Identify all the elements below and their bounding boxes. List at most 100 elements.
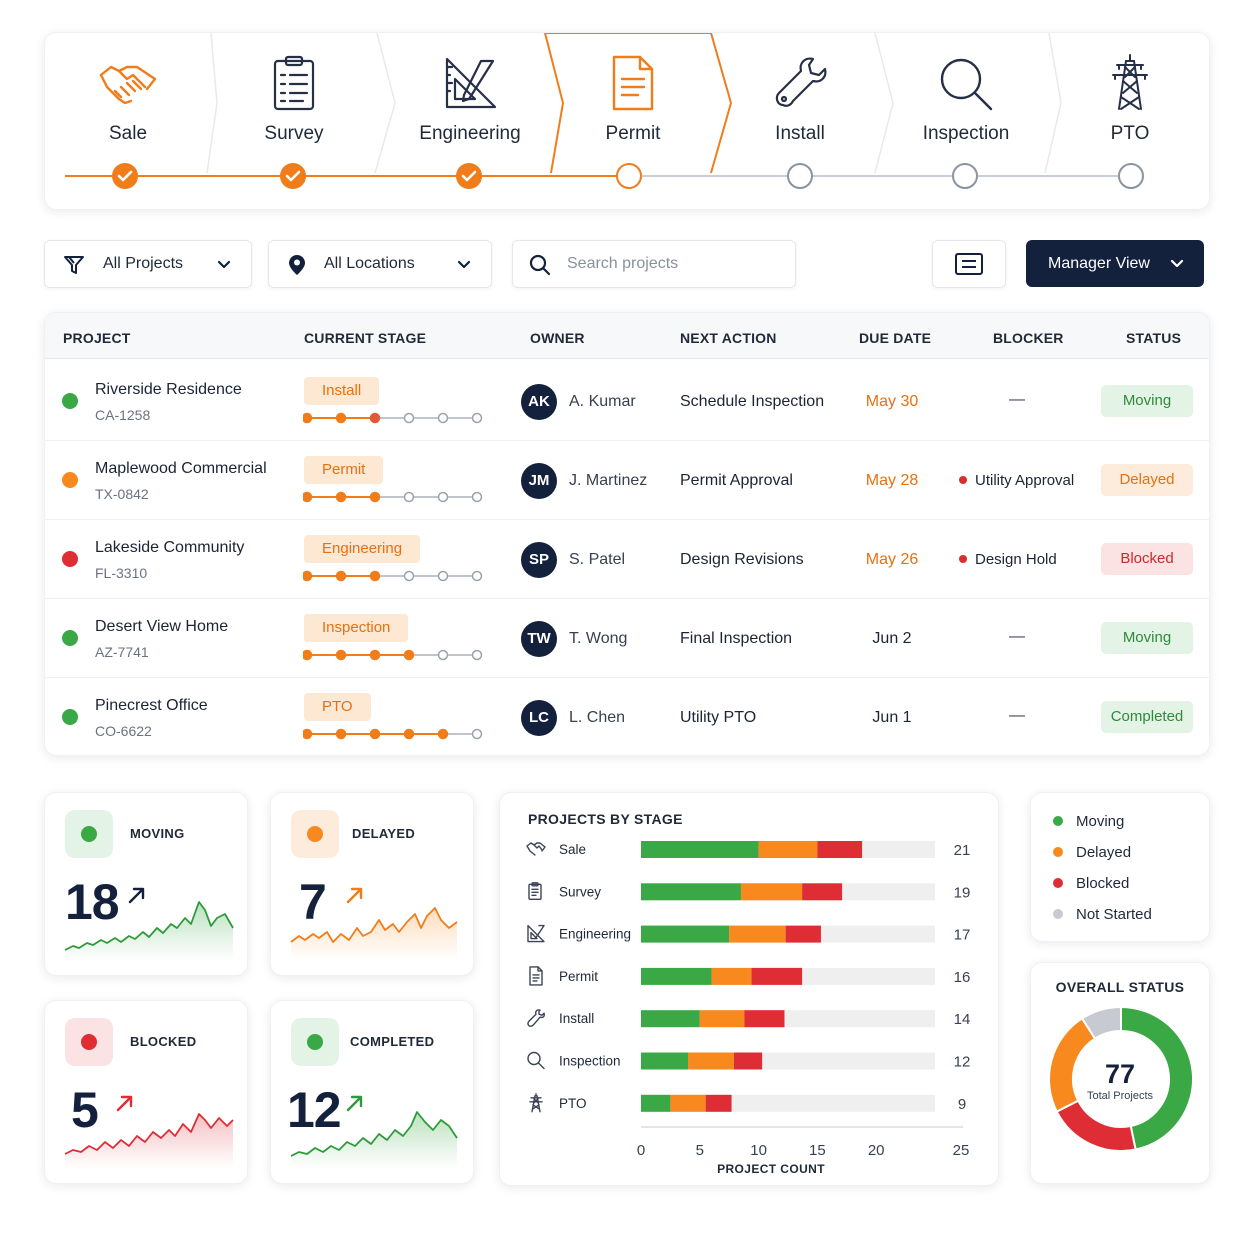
- bar-segment-delayed: [670, 1094, 706, 1112]
- project-id: CO-6622: [95, 723, 152, 739]
- status-dot: [62, 472, 78, 488]
- category-label: Inspection: [559, 1054, 621, 1069]
- table-row[interactable]: Riverside Residence CA-1258 Install AK A. Ku…: [45, 361, 1209, 441]
- project-filter-dropdown[interactable]: All Projects: [44, 240, 252, 288]
- bar-segment-blocked: [751, 967, 803, 985]
- metric-card-delayed[interactable]: DELAYED 7: [270, 792, 474, 976]
- category-icon: [526, 842, 546, 856]
- handshake-icon: [99, 65, 157, 105]
- metric-label: DELAYED: [352, 826, 416, 841]
- table-row[interactable]: Maplewood Commercial TX-0842 Permit JM J. Ma…: [45, 440, 1209, 520]
- manager-view-label: Manager View: [1048, 254, 1150, 272]
- blocker-label: Utility Approval: [975, 472, 1075, 489]
- avatar[interactable]: JM: [521, 463, 557, 499]
- table-row[interactable]: Pinecrest Office CO-6622 PTO LC L. Chen Utili…: [45, 677, 1209, 755]
- list-view-toggle-button[interactable]: [932, 240, 1006, 288]
- bar-segment-moving: [641, 1010, 700, 1028]
- donut-subtitle: Total Projects: [1086, 1090, 1154, 1102]
- bar-segment-delayed: [688, 1052, 734, 1070]
- legend-label: Delayed: [1076, 844, 1132, 861]
- x-tick-label: 10: [750, 1142, 767, 1159]
- column-header-stage[interactable]: CURRENT STAGE: [304, 330, 426, 346]
- status-indicator: [291, 1018, 339, 1066]
- stage-label: Inspection: [922, 123, 1010, 144]
- chevron-down-icon: [457, 260, 471, 269]
- sparkline-chart: [64, 901, 234, 960]
- stage-complete-node: [280, 163, 306, 189]
- next-action: Utility PTO: [680, 709, 757, 726]
- blocker-label: Design Hold: [975, 551, 1057, 568]
- category-label: Install: [559, 1011, 594, 1026]
- bar-segment-delayed: [758, 841, 818, 858]
- check-icon: [285, 170, 301, 182]
- project-name[interactable]: Lakeside Community: [95, 539, 244, 557]
- x-tick-label: 0: [637, 1142, 645, 1159]
- search-input[interactable]: Search projects: [512, 240, 796, 288]
- column-header-owner[interactable]: OWNER: [530, 330, 585, 346]
- status-badge: Moving: [1101, 385, 1193, 417]
- table-row[interactable]: Lakeside Community FL-3310 Engineering SP S.…: [45, 519, 1209, 599]
- clipboard-icon: [273, 55, 315, 111]
- bar-total-label: 16: [954, 969, 971, 986]
- project-name[interactable]: Maplewood Commercial: [95, 460, 267, 478]
- avatar[interactable]: TW: [521, 621, 557, 657]
- x-tick-label: 20: [868, 1142, 885, 1159]
- manager-view-dropdown[interactable]: Manager View: [1026, 240, 1204, 287]
- stage-badge: PTO: [304, 693, 371, 721]
- category-icon: [527, 1009, 545, 1027]
- owner-name: T. Wong: [569, 630, 628, 647]
- bar-segment-moving: [641, 841, 759, 858]
- donut-segment-blocked: [1055, 1099, 1137, 1152]
- legend-label: Blocked: [1076, 875, 1130, 892]
- category-icon: [529, 1093, 543, 1113]
- project-name[interactable]: Desert View Home: [95, 618, 228, 636]
- metric-card-completed[interactable]: COMPLETED 12: [270, 1000, 474, 1184]
- stacked-bar-chart: 0 5 10 15 20 25 PROJECT COUNT Sale 21 Survey 19 Eng…: [526, 841, 971, 1176]
- power-tower-icon: [1112, 54, 1148, 110]
- status-badge: Completed: [1101, 701, 1193, 733]
- bar-segment-blocked: [817, 841, 863, 858]
- bar-total-label: 14: [954, 1011, 971, 1028]
- avatar[interactable]: SP: [521, 542, 557, 578]
- project-name[interactable]: Riverside Residence: [95, 381, 242, 399]
- bar-segment-delayed: [740, 883, 803, 901]
- bar-segment-moving: [641, 1052, 689, 1070]
- wrench-icon: [775, 57, 827, 107]
- column-header-status[interactable]: STATUS: [1126, 330, 1181, 346]
- metric-card-blocked[interactable]: BLOCKED 5: [44, 1000, 248, 1184]
- bar-segment-moving: [641, 967, 712, 985]
- column-header-blocker[interactable]: BLOCKER: [993, 330, 1064, 346]
- projects-by-stage-chart: PROJECTS BY STAGE 0 5 10 15 20 25 PROJECT COUN…: [499, 792, 999, 1186]
- stage-current-node: [616, 163, 642, 189]
- status-dot: [62, 393, 78, 409]
- avatar[interactable]: LC: [521, 700, 557, 736]
- blocker-dot: [959, 555, 967, 564]
- stage-badge: Permit: [304, 456, 384, 484]
- bar-segment-moving: [641, 883, 741, 901]
- table-row[interactable]: Desert View Home AZ-7741 Inspection TW T. Wo…: [45, 598, 1209, 678]
- location-filter-value: All Locations: [324, 255, 415, 272]
- status-dot: [62, 551, 78, 567]
- location-filter-dropdown[interactable]: All Locations: [268, 240, 492, 288]
- project-name[interactable]: Pinecrest Office: [95, 697, 208, 715]
- project-id: AZ-7741: [95, 644, 149, 660]
- bar-segment-moving: [641, 925, 730, 943]
- category-label: Survey: [559, 884, 601, 899]
- next-action: Design Revisions: [680, 551, 804, 568]
- owner-name: S. Patel: [569, 551, 626, 568]
- column-header-project[interactable]: PROJECT: [63, 330, 131, 346]
- legend-item-moving: Moving: [1053, 813, 1124, 830]
- metric-card-moving[interactable]: MOVING 18: [44, 792, 248, 976]
- pipeline-tracker: Sale Survey Engineering Permit Install I…: [44, 32, 1210, 210]
- status-indicator: [65, 1018, 113, 1066]
- next-action: Final Inspection: [680, 630, 793, 647]
- avatar[interactable]: AK: [521, 384, 557, 420]
- sparkline-chart: [64, 1113, 234, 1168]
- stage-label: Engineering: [419, 123, 521, 144]
- bar-segment-blocked: [785, 925, 821, 943]
- column-header-due-date[interactable]: DUE DATE: [859, 330, 931, 346]
- stage-label: Install: [775, 123, 825, 144]
- bar-segment-blocked: [744, 1010, 785, 1028]
- stage-pending-node: [1118, 163, 1144, 189]
- column-header-next-action[interactable]: NEXT ACTION: [680, 330, 777, 346]
